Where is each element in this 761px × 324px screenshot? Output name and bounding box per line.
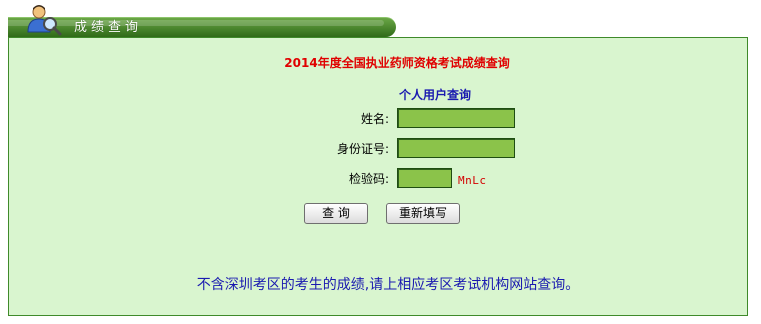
reset-button[interactable]: 重新填写 [386,203,460,224]
query-button[interactable]: 查 询 [304,203,368,224]
captcha-label: 检验码: [348,172,389,186]
query-panel: 2014年度全国执业药师资格考试成绩查询 个人用户查询 姓名: 身份证号: 检验… [8,37,748,316]
section-title: 个人用户查询 [399,88,472,102]
name-label: 姓名: [360,112,389,126]
name-input[interactable] [397,108,515,128]
header-title: 成绩查询 [74,20,143,35]
page-title: 2014年度全国执业药师资格考试成绩查询 [284,56,510,70]
user-search-icon [27,5,62,36]
captcha-code[interactable]: MnLc [458,174,487,188]
id-number-input[interactable] [397,138,515,158]
captcha-input[interactable] [397,168,452,188]
header-tab: 成绩查询 [8,17,396,37]
notice-text: 不含深圳考区的考生的成绩,请上相应考区考试机构网站查询。 [196,277,580,293]
id-number-label: 身份证号: [336,142,389,156]
